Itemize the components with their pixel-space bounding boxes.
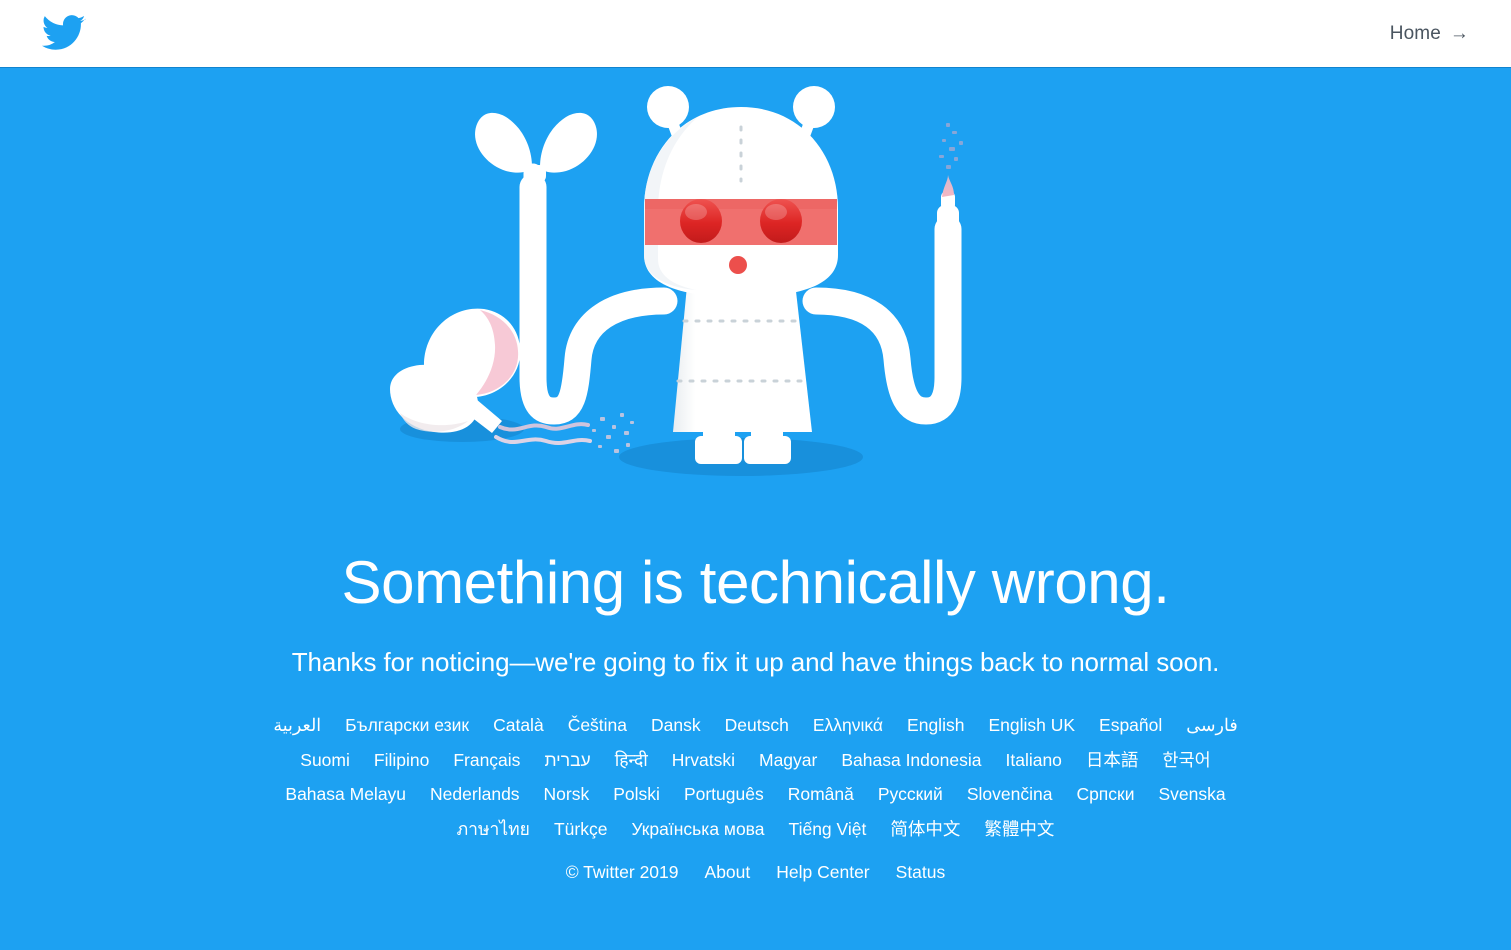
- language-link[interactable]: Türkçe: [554, 818, 607, 842]
- language-link[interactable]: Українська мова: [631, 818, 764, 842]
- language-link[interactable]: Português: [684, 783, 764, 807]
- language-link[interactable]: Bahasa Indonesia: [841, 749, 981, 773]
- language-row: العربية Български език Català Čeština Dansk D…: [120, 714, 1391, 738]
- language-link[interactable]: العربية: [273, 714, 321, 738]
- language-link[interactable]: Français: [453, 749, 520, 773]
- twitter-logo-link[interactable]: [42, 15, 86, 52]
- language-link[interactable]: Čeština: [568, 714, 627, 738]
- footer-link[interactable]: About: [705, 862, 751, 883]
- language-link[interactable]: Tiếng Việt: [789, 818, 867, 842]
- error-subheadline: Thanks for noticing—we're going to fix i…: [291, 647, 1220, 677]
- home-link[interactable]: Home →: [1390, 23, 1469, 45]
- language-link[interactable]: Magyar: [759, 749, 817, 773]
- language-link[interactable]: 한국어: [1162, 749, 1210, 773]
- home-link-label: Home: [1389, 22, 1441, 44]
- mouth: [728, 256, 747, 274]
- language-link[interactable]: Română: [788, 783, 854, 807]
- language-link[interactable]: Català: [493, 714, 544, 738]
- language-link[interactable]: Русский: [878, 783, 943, 807]
- language-link[interactable]: 日本語: [1086, 749, 1139, 773]
- language-link[interactable]: Español: [1099, 714, 1162, 738]
- language-link[interactable]: English UK: [988, 714, 1075, 738]
- language-link[interactable]: Suomi: [300, 749, 350, 773]
- language-link[interactable]: Bahasa Melayu: [285, 783, 406, 807]
- language-link[interactable]: Български език: [345, 714, 469, 738]
- arrow-right-icon: →: [1449, 23, 1469, 44]
- language-link[interactable]: Српски: [1076, 783, 1134, 807]
- visor: [644, 199, 837, 245]
- smoke-particles: [938, 123, 963, 169]
- leg-left: [694, 429, 742, 464]
- leg-right: [743, 429, 791, 464]
- language-link[interactable]: Ελληνικά: [813, 714, 883, 738]
- copyright-text: © Twitter 2019: [565, 862, 679, 882]
- language-row: Bahasa Melayu Nederlands Norsk Polski Portug…: [120, 783, 1391, 807]
- language-link[interactable]: עברית: [544, 749, 590, 773]
- language-link[interactable]: Nederlands: [430, 783, 520, 807]
- language-link[interactable]: Norsk: [544, 783, 590, 807]
- language-link[interactable]: 繁體中文: [984, 818, 1054, 842]
- page-footer: © Twitter 2019 About Help Center Status: [0, 862, 1511, 883]
- language-link[interactable]: हिन्दी: [615, 749, 648, 773]
- language-link[interactable]: Deutsch: [725, 714, 789, 738]
- language-link[interactable]: English: [907, 714, 964, 738]
- error-page-main: Something is technically wrong. Thanks f…: [0, 69, 1511, 950]
- language-link[interactable]: 简体中文: [890, 818, 960, 842]
- language-link[interactable]: Polski: [613, 783, 660, 807]
- language-row: Suomi Filipino Français עברית हिन्दी Hrvatski…: [120, 749, 1391, 773]
- language-link[interactable]: Hrvatski: [672, 749, 735, 773]
- smoking-tip: [936, 175, 959, 235]
- footer-link[interactable]: Help Center: [776, 862, 869, 883]
- language-link[interactable]: Slovenčina: [967, 783, 1053, 807]
- language-link[interactable]: Dansk: [651, 714, 701, 738]
- language-selector: العربية Български език Català Čeština Dansk D…: [0, 714, 1511, 853]
- broken-robot-illustration: [376, 69, 1136, 519]
- footer-link[interactable]: Status: [896, 862, 946, 883]
- twitter-bird-icon: [42, 15, 86, 52]
- language-link[interactable]: فارسی: [1186, 714, 1237, 738]
- pincer-claw: [474, 112, 597, 197]
- language-link[interactable]: ภาษาไทย: [457, 818, 530, 842]
- language-row: ภาษาไทย Türkçe Українська мова Tiếng Việt 简体…: [120, 818, 1391, 842]
- error-headline: Something is technically wrong.: [341, 549, 1170, 616]
- language-link[interactable]: Italiano: [1005, 749, 1061, 773]
- page-header: Home →: [0, 0, 1511, 68]
- language-link[interactable]: Svenska: [1158, 783, 1225, 807]
- language-link[interactable]: Filipino: [374, 749, 429, 773]
